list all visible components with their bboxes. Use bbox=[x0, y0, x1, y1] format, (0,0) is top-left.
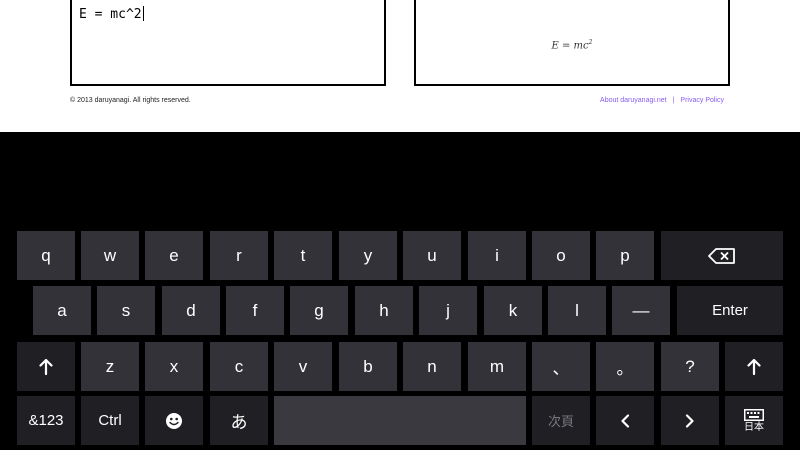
web-page: E = mc^2 E = mc2 © 2013 daruyanagi. All … bbox=[0, 0, 800, 132]
footer-links: About daruyanagi.net | Privacy Policy bbox=[600, 97, 724, 104]
shift-left-key[interactable] bbox=[17, 342, 75, 391]
privacy-policy-link[interactable]: Privacy Policy bbox=[680, 97, 724, 104]
backspace-icon bbox=[708, 247, 736, 264]
key-f[interactable]: f bbox=[226, 286, 284, 335]
key-g[interactable]: g bbox=[290, 286, 348, 335]
key-k[interactable]: k bbox=[484, 286, 542, 335]
key-ideographic-period[interactable]: 。 bbox=[596, 342, 654, 391]
next-page-key[interactable]: 次頁 bbox=[532, 396, 590, 445]
link-separator: | bbox=[672, 97, 675, 104]
key-c[interactable]: c bbox=[210, 342, 268, 391]
chevron-right-icon bbox=[685, 413, 695, 428]
formula-preview-base: E = mc bbox=[551, 40, 589, 52]
key-n[interactable]: n bbox=[403, 342, 461, 391]
smiley-icon bbox=[165, 412, 183, 430]
formula-preview: E = mc2 bbox=[416, 39, 728, 51]
key-t[interactable]: t bbox=[274, 231, 332, 280]
key-w[interactable]: w bbox=[81, 231, 139, 280]
key-a[interactable]: a bbox=[33, 286, 91, 335]
enter-key[interactable]: Enter bbox=[677, 286, 783, 335]
backspace-key[interactable] bbox=[661, 231, 783, 280]
key-v[interactable]: v bbox=[274, 342, 332, 391]
key-u[interactable]: u bbox=[403, 231, 461, 280]
key-y[interactable]: y bbox=[339, 231, 397, 280]
about-link[interactable]: About daruyanagi.net bbox=[600, 97, 667, 104]
symbols-key[interactable]: &123 bbox=[17, 396, 75, 445]
emoji-key[interactable] bbox=[145, 396, 203, 445]
copyright-text: © 2013 daruyanagi. All rights reserved. bbox=[70, 97, 191, 104]
formula-preview-box: E = mc2 bbox=[414, 0, 730, 86]
chevron-left-icon bbox=[620, 413, 630, 428]
key-o[interactable]: o bbox=[532, 231, 590, 280]
arrow-left-key[interactable] bbox=[596, 396, 654, 445]
key-i[interactable]: i bbox=[468, 231, 526, 280]
key-b[interactable]: b bbox=[339, 342, 397, 391]
arrow-right-key[interactable] bbox=[661, 396, 719, 445]
ctrl-key[interactable]: Ctrl bbox=[81, 396, 139, 445]
key-z[interactable]: z bbox=[81, 342, 139, 391]
key-x[interactable]: x bbox=[145, 342, 203, 391]
key-long-dash[interactable]: — bbox=[612, 286, 670, 335]
space-key[interactable] bbox=[274, 396, 526, 445]
key-h[interactable]: h bbox=[355, 286, 413, 335]
ime-mode-label: 日本 bbox=[744, 421, 764, 433]
key-q[interactable]: q bbox=[17, 231, 75, 280]
text-caret bbox=[142, 6, 144, 21]
latex-input-box[interactable]: E = mc^2 bbox=[70, 0, 386, 86]
shift-right-key[interactable] bbox=[725, 342, 783, 391]
arrow-up-icon bbox=[39, 358, 53, 375]
latex-input-text: E = mc^2 bbox=[79, 6, 144, 22]
key-ideographic-comma[interactable]: 、 bbox=[532, 342, 590, 391]
kana-key[interactable]: あ bbox=[210, 396, 268, 445]
arrow-up-icon bbox=[747, 358, 761, 375]
formula-preview-exponent: 2 bbox=[588, 39, 593, 46]
key-s[interactable]: s bbox=[97, 286, 155, 335]
touch-keyboard: q w e r t y u i o p a s d f g h j k l — … bbox=[0, 132, 800, 450]
key-d[interactable]: d bbox=[162, 286, 220, 335]
key-r[interactable]: r bbox=[210, 231, 268, 280]
key-e[interactable]: e bbox=[145, 231, 203, 280]
keyboard-layout-key[interactable]: 日本 bbox=[725, 396, 783, 445]
key-p[interactable]: p bbox=[596, 231, 654, 280]
key-j[interactable]: j bbox=[419, 286, 477, 335]
key-question[interactable]: ? bbox=[661, 342, 719, 391]
key-l[interactable]: l bbox=[548, 286, 606, 335]
keyboard-icon bbox=[744, 408, 764, 423]
key-m[interactable]: m bbox=[468, 342, 526, 391]
